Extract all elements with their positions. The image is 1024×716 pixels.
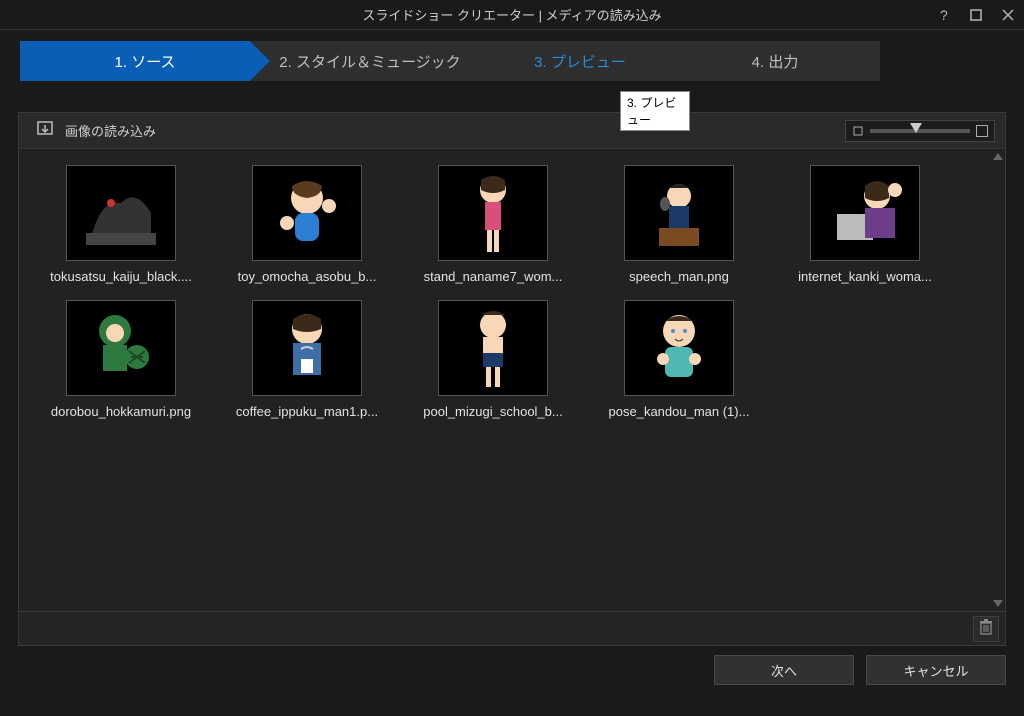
thumbnail-image — [438, 165, 548, 261]
thumbnail-image — [66, 300, 176, 396]
thumbnail-item[interactable]: dorobou_hokkamuri.png — [29, 300, 213, 419]
thumbnail-item[interactable]: stand_naname7_wom... — [401, 165, 585, 284]
thumbnail-item[interactable]: tokusatsu_kaiju_black.... — [29, 165, 213, 284]
zoom-large-icon — [976, 125, 988, 137]
scroll-up-icon[interactable] — [993, 153, 1003, 160]
step-style-music[interactable]: 2. スタイル＆ミュージック — [250, 41, 490, 81]
window-title: スライドショー クリエーター | メディアの読み込み — [362, 5, 661, 24]
thumbnail-label: tokusatsu_kaiju_black.... — [31, 269, 211, 284]
zoom-small-icon — [852, 125, 864, 137]
thumbnail-label: dorobou_hokkamuri.png — [31, 404, 211, 419]
thumbnail-image — [810, 165, 920, 261]
panel-footer — [19, 611, 1005, 645]
wizard-stepper: 1. ソース 2. スタイル＆ミュージック 3. プレビュー 3. プレビュー … — [0, 30, 1024, 92]
media-toolbar: 画像の読み込み — [19, 113, 1005, 149]
slider-thumb[interactable] — [910, 123, 922, 133]
thumbnail-grid: tokusatsu_kaiju_black.... toy_omocha_aso… — [19, 149, 1005, 435]
thumbnail-label: coffee_ippuku_man1.p... — [217, 404, 397, 419]
thumbnail-image — [438, 300, 548, 396]
thumbnail-image — [624, 165, 734, 261]
vertical-scrollbar[interactable] — [993, 153, 1003, 607]
step-preview[interactable]: 3. プレビュー 3. プレビュー — [470, 41, 690, 81]
thumbnail-item[interactable]: toy_omocha_asobu_b... — [215, 165, 399, 284]
thumbnail-item[interactable]: pool_mizugi_school_b... — [401, 300, 585, 419]
maximize-button[interactable] — [966, 5, 986, 25]
thumbnail-image — [252, 165, 362, 261]
thumbnail-label: toy_omocha_asobu_b... — [217, 269, 397, 284]
scroll-down-icon[interactable] — [993, 600, 1003, 607]
thumbnail-label: pose_kandou_man (1)... — [589, 404, 769, 419]
thumbnail-item[interactable]: coffee_ippuku_man1.p... — [215, 300, 399, 419]
thumbnail-label: stand_naname7_wom... — [403, 269, 583, 284]
trash-icon — [979, 619, 993, 638]
step-source[interactable]: 1. ソース — [20, 41, 270, 81]
cancel-button[interactable]: キャンセル — [866, 655, 1006, 685]
thumbnail-item[interactable]: speech_man.png — [587, 165, 771, 284]
thumbnail-image — [624, 300, 734, 396]
slider-track[interactable] — [870, 129, 970, 133]
thumbnail-label: internet_kanki_woma... — [775, 269, 955, 284]
thumbnail-image — [252, 300, 362, 396]
step-preview-tooltip: 3. プレビュー — [620, 91, 690, 131]
thumbnail-image — [66, 165, 176, 261]
step-output[interactable]: 4. 出力 — [670, 41, 880, 81]
import-images-button[interactable]: 画像の読み込み — [29, 116, 162, 145]
thumbnail-item[interactable]: internet_kanki_woma... — [773, 165, 957, 284]
dialog-footer: 次へ キャンセル — [0, 646, 1024, 694]
close-button[interactable] — [998, 5, 1018, 25]
import-images-label: 画像の読み込み — [65, 121, 156, 140]
thumbnail-label: pool_mizugi_school_b... — [403, 404, 583, 419]
media-panel: 画像の読み込み tokusatsu_kaiju_black.... — [18, 112, 1006, 646]
title-bar: スライドショー クリエーター | メディアの読み込み ? — [0, 0, 1024, 30]
delete-button[interactable] — [973, 616, 999, 642]
thumbnail-item[interactable]: pose_kandou_man (1)... — [587, 300, 771, 419]
help-button[interactable]: ? — [934, 5, 954, 25]
import-icon — [35, 120, 55, 141]
svg-text:?: ? — [940, 8, 948, 22]
thumbnail-size-slider[interactable] — [845, 120, 995, 142]
next-button[interactable]: 次へ — [714, 655, 854, 685]
thumbnail-label: speech_man.png — [589, 269, 769, 284]
